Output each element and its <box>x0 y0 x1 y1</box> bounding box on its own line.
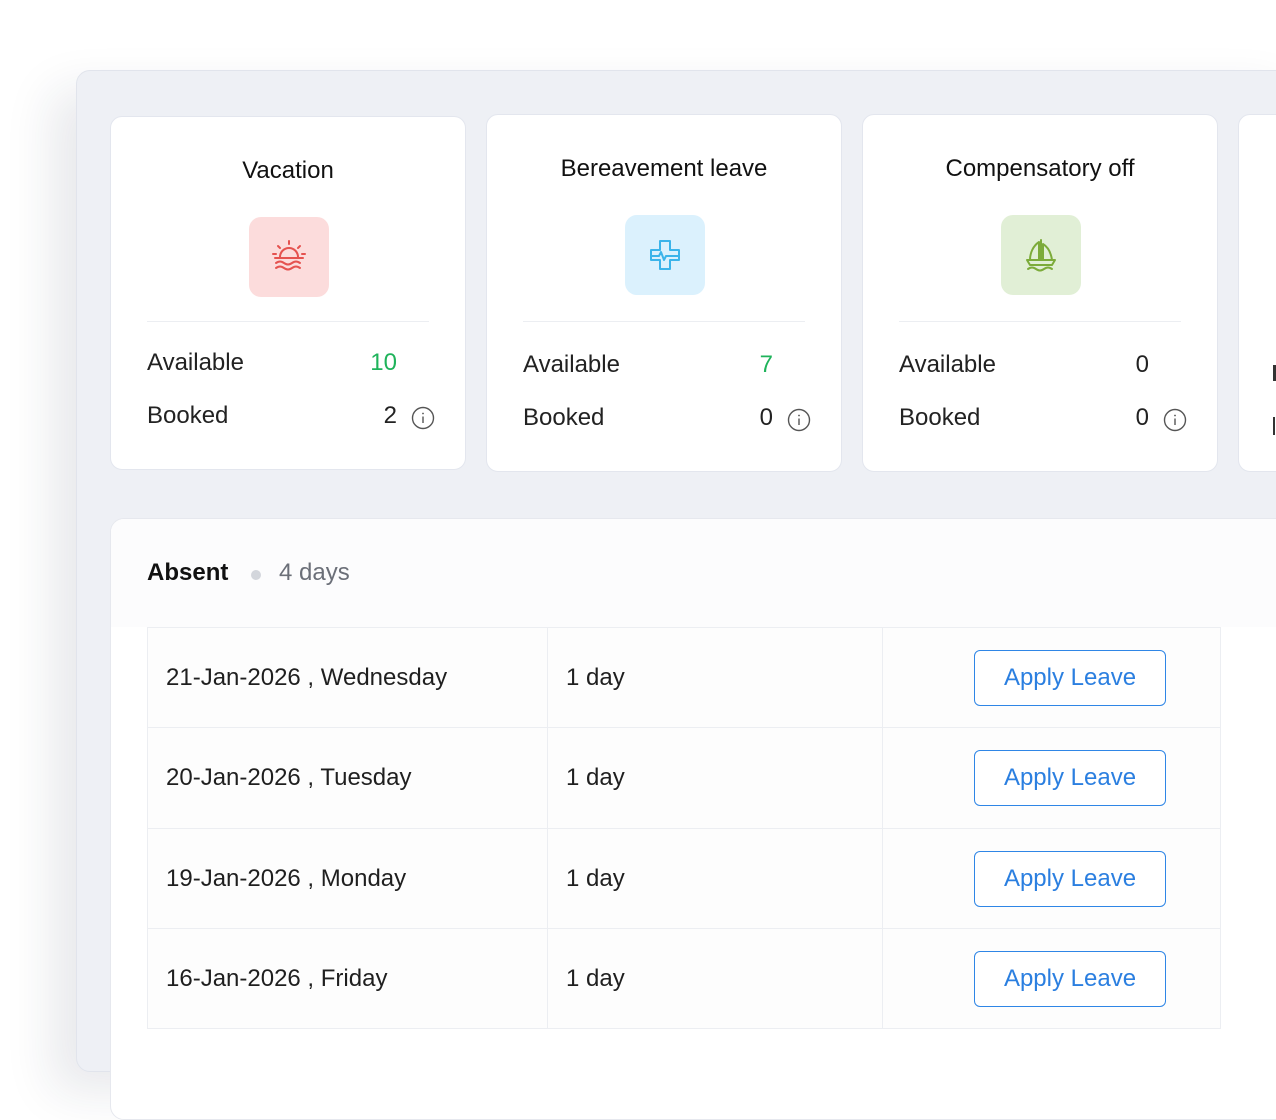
available-label: Available <box>147 349 244 376</box>
booked-label: Booked <box>147 402 229 429</box>
absent-duration: 1 day <box>566 764 625 791</box>
absent-panel: Absent 4 days 21-Jan-2026 , Wednesday 1 … <box>110 518 1276 1120</box>
compensatory-icon-tile <box>1001 215 1081 295</box>
partial-text-fragment <box>1273 417 1275 435</box>
card-divider <box>899 321 1181 322</box>
leave-card-bereavement[interactable]: Bereavement leave Available 7 Booked 0 <box>486 114 842 472</box>
separator-dot <box>251 570 261 580</box>
absent-duration: 1 day <box>566 965 625 992</box>
bereavement-icon-tile <box>625 215 705 295</box>
booked-count: 0 <box>759 404 773 431</box>
available-count: 0 <box>1135 351 1149 378</box>
medical-cross-icon <box>650 240 680 270</box>
available-label: Available <box>899 351 996 378</box>
absent-date: 16-Jan-2026 , Friday <box>166 965 388 992</box>
absent-table: 21-Jan-2026 , Wednesday 1 day Apply Leav… <box>147 627 1221 1029</box>
available-count: 10 <box>370 349 397 376</box>
absent-date: 19-Jan-2026 , Monday <box>166 865 407 892</box>
available-label: Available <box>523 351 620 378</box>
absent-duration: 1 day <box>566 664 625 691</box>
absent-date: 20-Jan-2026 , Tuesday <box>166 764 412 791</box>
booked-count: 2 <box>383 402 397 429</box>
booked-label: Booked <box>523 404 605 431</box>
booked-label: Booked <box>899 404 981 431</box>
apply-leave-button[interactable]: Apply Leave <box>974 851 1166 907</box>
leave-card-partial[interactable] <box>1238 114 1276 472</box>
leave-card-title: Vacation <box>242 157 334 184</box>
available-count: 7 <box>759 351 773 378</box>
info-icon[interactable] <box>411 406 435 430</box>
apply-leave-button[interactable]: Apply Leave <box>974 650 1166 706</box>
column-divider <box>882 728 883 828</box>
apply-leave-button[interactable]: Apply Leave <box>974 750 1166 806</box>
table-row: 20-Jan-2026 , Tuesday 1 day Apply Leave <box>148 728 1220 829</box>
absent-date: 21-Jan-2026 , Wednesday <box>166 664 448 691</box>
column-divider <box>882 829 883 928</box>
sailboat-icon <box>1026 239 1056 272</box>
vacation-icon-tile <box>249 217 329 297</box>
apply-leave-button[interactable]: Apply Leave <box>974 951 1166 1007</box>
column-divider <box>882 628 883 727</box>
info-icon[interactable] <box>787 408 811 432</box>
column-divider <box>547 829 548 928</box>
column-divider <box>547 628 548 727</box>
absent-days-count: 4 days <box>279 559 350 586</box>
column-divider <box>882 929 883 1028</box>
absent-duration: 1 day <box>566 865 625 892</box>
leave-card-title: Compensatory off <box>945 155 1135 182</box>
leave-card-title: Bereavement leave <box>560 155 768 182</box>
table-row: 16-Jan-2026 , Friday 1 day Apply Leave <box>148 929 1220 1029</box>
leave-card-vacation[interactable]: Vacation Available 10 Booked 2 <box>110 116 466 470</box>
card-divider <box>523 321 805 322</box>
column-divider <box>547 929 548 1028</box>
booked-count: 0 <box>1135 404 1149 431</box>
table-row: 21-Jan-2026 , Wednesday 1 day Apply Leav… <box>148 628 1220 728</box>
absent-header: Absent 4 days <box>111 519 1276 627</box>
column-divider <box>547 728 548 828</box>
card-divider <box>147 321 429 322</box>
table-row: 19-Jan-2026 , Monday 1 day Apply Leave <box>148 829 1220 929</box>
leave-dashboard-window: Vacation Available 10 Booked 2 Bereaveme… <box>76 70 1276 1120</box>
info-icon[interactable] <box>1163 408 1187 432</box>
absent-title: Absent <box>147 559 229 586</box>
sunset-icon <box>272 240 306 271</box>
leave-card-compensatory-off[interactable]: Compensatory off Available 0 Booked 0 <box>862 114 1218 472</box>
